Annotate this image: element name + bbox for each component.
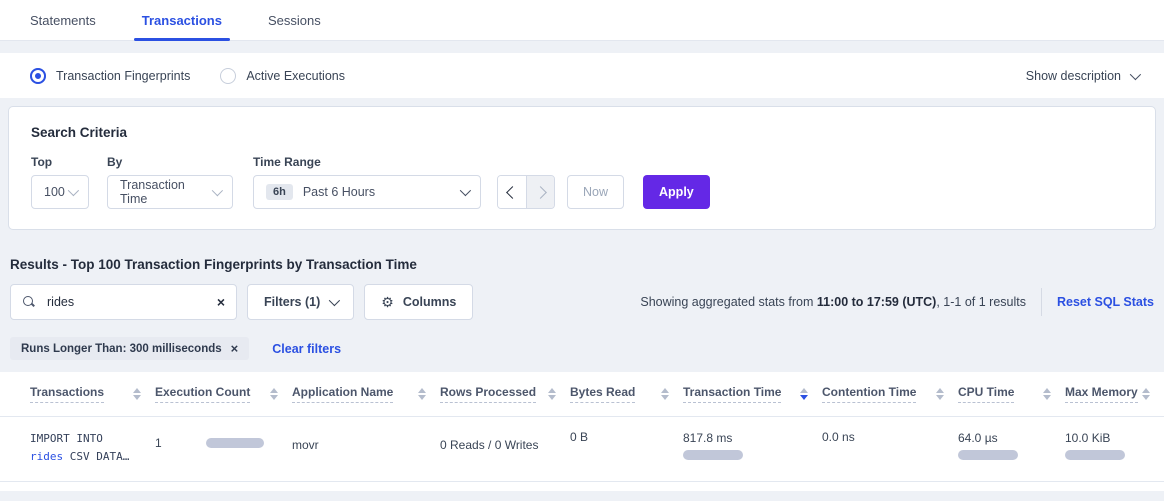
time-range-badge: 6h: [266, 184, 293, 200]
tab-statements[interactable]: Statements: [30, 0, 96, 41]
gear-icon: ⚙: [381, 294, 394, 311]
cell-execution-count: 1: [155, 430, 292, 466]
results-table: Transactions Execution Count Application…: [0, 372, 1164, 491]
time-range-value: Past 6 Hours: [303, 185, 375, 199]
reset-sql-stats-link[interactable]: Reset SQL Stats: [1057, 295, 1154, 309]
stats-time-range: 11:00 to 17:59 (UTC): [817, 295, 936, 309]
chevron-down-icon: [329, 295, 340, 306]
column-header-max-memory[interactable]: Max Memory: [1065, 385, 1164, 403]
filter-tag-label: Runs Longer Than: 300 milliseconds: [21, 343, 222, 355]
clear-filters-link[interactable]: Clear filters: [272, 342, 341, 356]
transaction-fingerprint-link[interactable]: IMPORT INTO rides CSV DATA…: [30, 430, 155, 466]
column-header-execution-count[interactable]: Execution Count: [155, 385, 292, 403]
now-button[interactable]: Now: [567, 175, 624, 209]
filters-button[interactable]: Filters (1): [247, 284, 354, 320]
tab-transactions[interactable]: Transactions: [142, 0, 222, 41]
apply-button[interactable]: Apply: [643, 175, 710, 209]
sort-icon: [1142, 388, 1150, 400]
cell-transaction-time: 817.8 ms: [683, 430, 822, 466]
cell-application-name: movr: [292, 430, 440, 466]
tab-sessions[interactable]: Sessions: [268, 0, 321, 41]
column-header-cpu-time[interactable]: CPU Time: [958, 385, 1065, 403]
sql-highlight: rides: [30, 450, 63, 463]
clear-search-icon[interactable]: ×: [217, 295, 225, 309]
radio-unselected-icon: [220, 68, 236, 84]
filters-button-label: Filters (1): [264, 295, 320, 309]
results-controls: × Filters (1) ⚙ Columns Showing aggregat…: [10, 284, 1154, 320]
search-criteria-card: Search Criteria Top 100 By Transaction T…: [8, 106, 1156, 230]
columns-button[interactable]: ⚙ Columns: [364, 284, 473, 320]
top-value: 100: [44, 185, 65, 199]
top-select[interactable]: 100: [31, 175, 89, 209]
column-header-bytes-read[interactable]: Bytes Read: [570, 385, 683, 403]
radio-label: Transaction Fingerprints: [56, 69, 190, 83]
search-input[interactable]: [45, 294, 208, 310]
columns-button-label: Columns: [403, 295, 456, 309]
max-memory-bar: [1065, 450, 1125, 460]
results-heading: Results - Top 100 Transaction Fingerprin…: [10, 257, 1154, 272]
column-header-application-name[interactable]: Application Name: [292, 385, 440, 403]
column-header-rows-processed[interactable]: Rows Processed: [440, 385, 570, 403]
by-label: By: [107, 155, 253, 169]
radio-selected-icon: [30, 68, 46, 84]
column-header-transactions[interactable]: Transactions: [30, 385, 155, 403]
sort-icon: [418, 388, 426, 400]
aggregated-stats-text: Showing aggregated stats from 11:00 to 1…: [640, 295, 1026, 309]
sort-icon: [270, 388, 278, 400]
radio-active-executions[interactable]: Active Executions: [220, 68, 345, 84]
time-window-pager: [497, 175, 555, 209]
chevron-down-icon: [68, 185, 79, 196]
filter-tag: Runs Longer Than: 300 milliseconds ×: [10, 337, 249, 360]
search-criteria-title: Search Criteria: [31, 125, 1133, 140]
sort-icon: [548, 388, 556, 400]
sort-icon: [133, 388, 141, 400]
by-value: Transaction Time: [120, 178, 212, 206]
remove-filter-icon[interactable]: ×: [231, 341, 239, 356]
radio-transaction-fingerprints[interactable]: Transaction Fingerprints: [30, 68, 190, 84]
chevron-right-icon: [534, 186, 547, 199]
column-header-transaction-time[interactable]: Transaction Time: [683, 385, 822, 403]
cell-contention-time: 0.0 ns: [822, 430, 958, 466]
chevron-down-icon: [460, 185, 471, 196]
previous-time-window-button[interactable]: [498, 176, 526, 208]
chevron-down-icon: [1130, 68, 1141, 79]
by-select[interactable]: Transaction Time: [107, 175, 233, 209]
transaction-time-bar: [683, 450, 743, 460]
execution-count-bar: [206, 438, 264, 448]
next-time-window-button[interactable]: [526, 176, 554, 208]
cell-max-memory: 10.0 KiB: [1065, 430, 1164, 466]
show-description-label: Show description: [1026, 69, 1121, 83]
top-label: Top: [31, 155, 107, 169]
search-box: ×: [10, 284, 237, 320]
radio-label: Active Executions: [246, 69, 345, 83]
view-toggle-strip: Transaction Fingerprints Active Executio…: [0, 53, 1164, 98]
page-tabs: Statements Transactions Sessions: [0, 0, 1164, 41]
vertical-divider: [1041, 288, 1042, 316]
table-header-row: Transactions Execution Count Application…: [0, 372, 1164, 417]
column-header-contention-time[interactable]: Contention Time: [822, 385, 958, 403]
filter-tags-row: Runs Longer Than: 300 milliseconds × Cle…: [10, 337, 1154, 360]
chevron-left-icon: [506, 186, 519, 199]
time-range-label: Time Range: [253, 155, 481, 169]
sort-icon: [1043, 388, 1051, 400]
table-row: IMPORT INTO rides CSV DATA… 1 movr 0 Rea…: [0, 417, 1164, 482]
sort-icon: [661, 388, 669, 400]
sort-icon: [936, 388, 944, 400]
search-icon: [22, 295, 36, 309]
cell-cpu-time: 64.0 µs: [958, 430, 1065, 466]
sort-icon-active-desc: [800, 388, 808, 400]
cell-bytes-read: 0 B: [570, 430, 683, 466]
time-range-select[interactable]: 6h Past 6 Hours: [253, 175, 481, 209]
cell-rows-processed: 0 Reads / 0 Writes: [440, 430, 570, 466]
cpu-time-bar: [958, 450, 1018, 460]
show-description-toggle[interactable]: Show description: [1026, 69, 1138, 83]
chevron-down-icon: [212, 185, 223, 196]
